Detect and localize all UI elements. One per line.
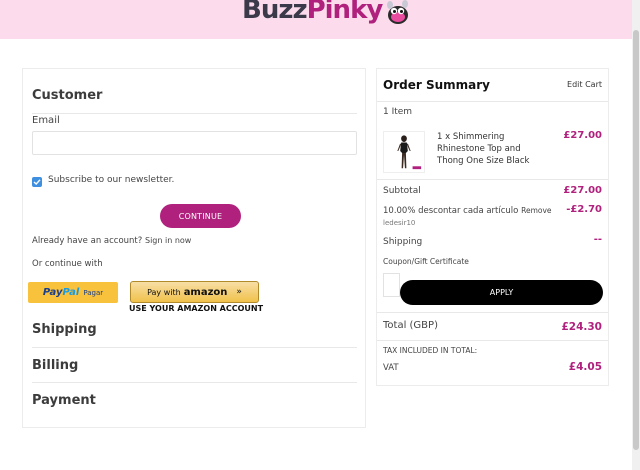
logo-text-buzz: Buzz [242, 0, 308, 25]
paypal-logo-pay: Pay [42, 287, 63, 298]
chevron-right-icon: » [236, 287, 242, 297]
tax-heading: TAX INCLUDED IN TOTAL: [383, 346, 478, 355]
shipping-value: -- [593, 234, 602, 245]
amazon-logo: amazon [183, 286, 228, 298]
billing-divider [32, 382, 357, 383]
total-value: £24.30 [561, 321, 602, 333]
product-thumbnail [383, 131, 425, 173]
amazon-pay-button[interactable]: Pay with amazon » [130, 281, 259, 303]
newsletter-label[interactable]: Subscribe to our newsletter. [48, 175, 174, 185]
discount-value: -£2.70 [566, 204, 602, 215]
summary-divider-1 [377, 101, 608, 102]
paypal-logo-pal: Pal [62, 287, 80, 298]
continue-button[interactable]: CONTINUE [160, 204, 241, 228]
subtotal-label: Subtotal [383, 186, 421, 196]
subtotal-value: £27.00 [563, 185, 602, 196]
order-summary-title: Order Summary [383, 78, 490, 92]
customer-section-title[interactable]: Customer [32, 88, 102, 103]
newsletter-checkbox[interactable] [32, 177, 42, 187]
bee-mascot-icon [387, 0, 409, 24]
email-field[interactable] [32, 131, 357, 155]
total-label: Total (GBP) [383, 320, 438, 331]
email-label: Email [32, 115, 60, 126]
paypal-button[interactable]: PayPal Pagar [28, 282, 118, 303]
apply-coupon-button[interactable]: APPLY [400, 280, 603, 305]
site-logo[interactable]: Buzz Pinky [242, 0, 411, 28]
checkmark-icon [33, 179, 41, 185]
product-image [397, 135, 422, 170]
logo-text-pinky: Pinky [306, 0, 384, 25]
cart-item-price: £27.00 [563, 130, 602, 141]
signin-link[interactable]: Sign in now [145, 236, 191, 245]
item-count: 1 Item [383, 107, 413, 117]
vat-value: £4.05 [568, 361, 602, 373]
discount-description: 10.00% descontar cada artículo [383, 206, 519, 216]
coupon-label: Coupon/Gift Certificate [383, 257, 469, 266]
discount-code: ledesir10 [383, 219, 416, 227]
page-scrollbar[interactable] [632, 0, 640, 470]
site-header: Buzz Pinky [0, 0, 640, 39]
summary-divider-3 [377, 312, 608, 313]
edit-cart-link[interactable]: Edit Cart [567, 80, 602, 89]
shipping-label: Shipping [383, 237, 423, 247]
coupon-input[interactable] [383, 273, 400, 297]
scrollbar-thumb[interactable] [633, 30, 639, 450]
paypal-logo: PayPal [43, 287, 80, 298]
customer-divider [32, 113, 357, 114]
order-summary-panel: Order Summary Edit Cart 1 Item 1 x Shimm… [376, 68, 609, 386]
summary-divider-4 [377, 340, 608, 341]
or-continue-text: Or continue with [32, 259, 103, 269]
signin-prompt: Already have an account? Sign in now [32, 236, 191, 246]
amazon-pay-prefix: Pay with [147, 287, 181, 297]
signin-prompt-text: Already have an account? [32, 236, 143, 246]
payment-section-title[interactable]: Payment [32, 393, 96, 408]
discount-label: 10.00% descontar cada artículo Remove [383, 206, 552, 216]
amazon-caption: USE YOUR AMAZON ACCOUNT [129, 304, 264, 313]
billing-section-title[interactable]: Billing [32, 358, 78, 373]
vat-label: VAT [383, 363, 399, 373]
cart-item-name: 1 x Shimmering Rhinestone Top and Thong … [437, 132, 530, 166]
shipping-section-title[interactable]: Shipping [32, 322, 97, 337]
discount-remove-link[interactable]: Remove [521, 206, 551, 215]
summary-divider-2 [377, 179, 608, 180]
paypal-label: Pagar [83, 288, 104, 297]
checkout-steps-panel: Customer Email Subscribe to our newslett… [22, 68, 366, 428]
shipping-divider [32, 347, 357, 348]
